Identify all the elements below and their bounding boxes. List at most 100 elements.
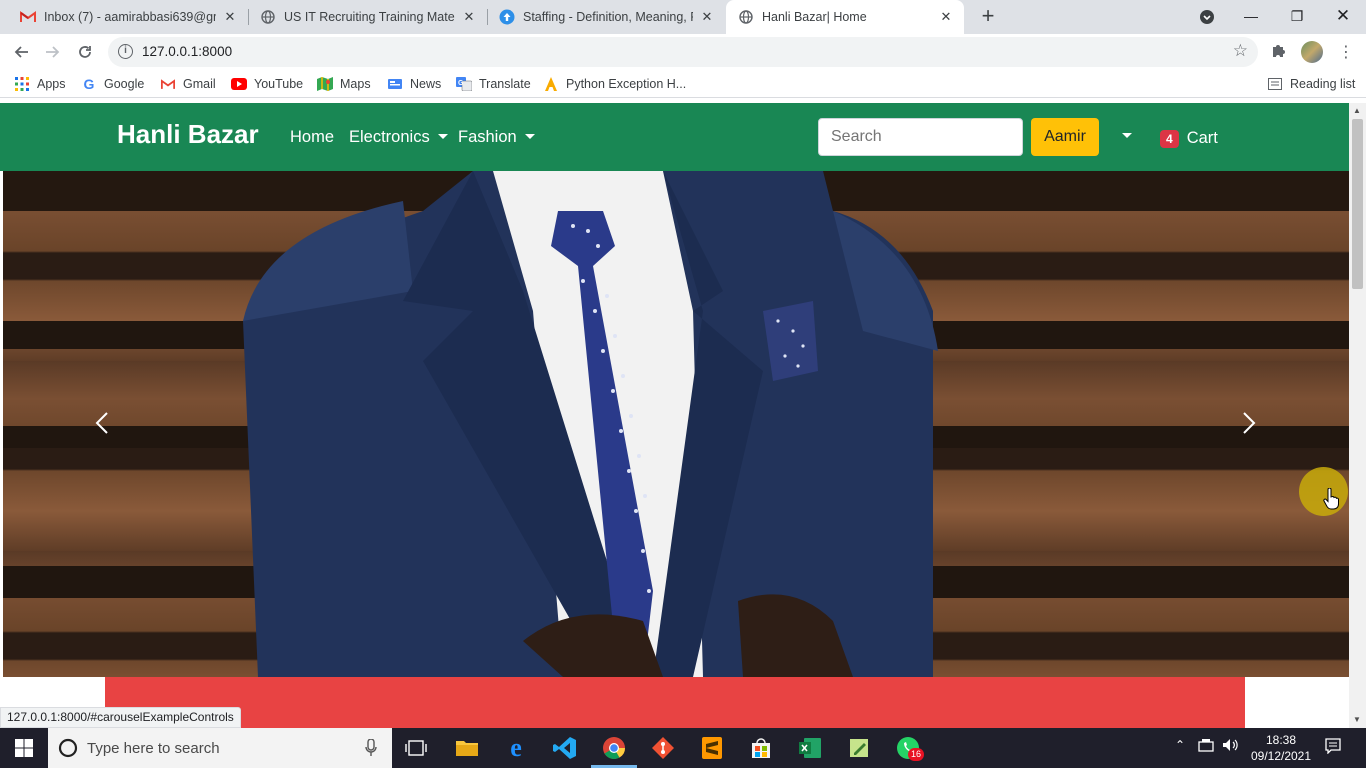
chrome-icon[interactable] bbox=[600, 734, 628, 762]
restore-window-icon[interactable]: ❐ bbox=[1274, 0, 1320, 34]
bookmark-youtube[interactable]: YouTube bbox=[231, 76, 303, 92]
bookmark-label: Python Exception H... bbox=[566, 77, 687, 91]
address-bar[interactable]: i 127.0.0.1:8000 ☆ bbox=[108, 37, 1258, 67]
tray-show-hidden-icon[interactable]: ⌃ bbox=[1175, 738, 1185, 752]
new-tab-plus-icon[interactable]: + bbox=[976, 4, 1000, 28]
gmail-icon bbox=[160, 76, 176, 92]
bookmark-python-exception[interactable]: Python Exception H... bbox=[543, 76, 686, 92]
browser-tab-strip: Inbox (7) - aamirabbasi639@gmail.com ✕ U… bbox=[0, 0, 1366, 34]
gmail-icon bbox=[20, 9, 36, 25]
tab-hanli-bazar[interactable]: Hanli Bazar| Home ✕ bbox=[726, 0, 964, 34]
bookmark-label: Maps bbox=[340, 77, 371, 91]
close-tab-icon[interactable]: ✕ bbox=[699, 9, 715, 25]
close-window-icon[interactable]: ✕ bbox=[1320, 0, 1366, 34]
chrome-menu-icon[interactable]: ⋮ bbox=[1338, 42, 1354, 62]
taskbar-clock[interactable]: 18:38 09/12/2021 bbox=[1246, 732, 1316, 764]
taskbar-search-placeholder: Type here to search bbox=[87, 739, 220, 757]
sublime-text-icon[interactable] bbox=[698, 734, 726, 762]
site-brand[interactable]: Hanli Bazar bbox=[117, 119, 259, 150]
user-dropdown-caret-icon[interactable] bbox=[1122, 133, 1132, 138]
windows-taskbar: Type here to search e 16 ⌃ 18:38 09/12/2… bbox=[0, 728, 1366, 768]
link-status-bubble: 127.0.0.1:8000/#carouselExampleControls bbox=[0, 707, 241, 728]
reading-list-button[interactable]: Reading list bbox=[1267, 76, 1355, 92]
git-app-icon[interactable] bbox=[649, 734, 677, 762]
nav-home-link[interactable]: Home bbox=[290, 128, 334, 147]
web-page: Hanli Bazar Home Electronics Fashion Aam… bbox=[0, 103, 1366, 728]
globe-icon bbox=[260, 9, 276, 25]
notepad-app-icon[interactable] bbox=[845, 734, 873, 762]
close-tab-icon[interactable]: ✕ bbox=[222, 9, 238, 25]
tab-staffing-definition[interactable]: Staffing - Definition, Meaning, Fu ✕ bbox=[487, 0, 725, 34]
windows-start-icon[interactable] bbox=[10, 734, 38, 762]
clock-date: 09/12/2021 bbox=[1250, 749, 1312, 763]
bookmark-label: Gmail bbox=[183, 77, 216, 91]
caret-down-icon bbox=[524, 134, 535, 139]
excel-icon[interactable] bbox=[796, 734, 824, 762]
cart-link[interactable]: 4 Cart bbox=[1160, 129, 1218, 148]
edge-browser-icon[interactable]: e bbox=[502, 733, 530, 762]
browser-toolbar: i 127.0.0.1:8000 ☆ ⋮ bbox=[0, 34, 1366, 70]
clock-time: 18:38 bbox=[1265, 733, 1297, 747]
microsoft-store-icon[interactable] bbox=[747, 734, 775, 762]
cart-count-badge: 4 bbox=[1160, 129, 1179, 148]
bookmark-news[interactable]: News bbox=[387, 76, 441, 92]
bookmark-apps[interactable]: Apps bbox=[14, 76, 66, 92]
microphone-icon[interactable] bbox=[365, 739, 377, 757]
globe-icon bbox=[738, 9, 754, 25]
network-icon[interactable] bbox=[1198, 738, 1216, 755]
bookmark-label: YouTube bbox=[254, 77, 304, 91]
bookmark-gmail[interactable]: Gmail bbox=[160, 76, 216, 92]
carousel-slide-image bbox=[3, 171, 1349, 677]
bookmark-maps[interactable]: Maps bbox=[317, 76, 371, 92]
page-scrollbar[interactable]: ▲ ▼ bbox=[1349, 103, 1366, 728]
cortana-circle-icon bbox=[58, 738, 78, 758]
svg-text:G: G bbox=[458, 80, 464, 87]
whatsapp-icon[interactable]: 16 bbox=[894, 734, 925, 762]
extensions-puzzle-icon[interactable] bbox=[1271, 42, 1287, 63]
close-tab-icon[interactable]: ✕ bbox=[938, 9, 954, 25]
notification-center-icon[interactable] bbox=[1325, 738, 1341, 757]
file-explorer-icon[interactable] bbox=[453, 734, 481, 762]
tab-search-chevron-icon[interactable] bbox=[1184, 0, 1230, 34]
maps-icon bbox=[317, 76, 333, 92]
scrollbar-thumb[interactable] bbox=[1352, 119, 1363, 289]
profile-avatar[interactable] bbox=[1301, 41, 1323, 63]
carousel-prev-button[interactable] bbox=[83, 401, 123, 445]
url-text[interactable]: 127.0.0.1:8000 bbox=[142, 44, 232, 59]
reload-icon[interactable] bbox=[73, 40, 97, 64]
minimize-window-icon[interactable]: — bbox=[1228, 0, 1274, 34]
tab-gmail-inbox[interactable]: Inbox (7) - aamirabbasi639@gmail.com ✕ bbox=[8, 0, 248, 34]
site-info-icon[interactable]: i bbox=[118, 44, 133, 59]
close-tab-icon[interactable]: ✕ bbox=[461, 9, 477, 25]
bookmark-translate[interactable]: G Translate bbox=[456, 76, 531, 92]
carousel-next-button[interactable] bbox=[1228, 401, 1268, 445]
nav-fashion-label: Fashion bbox=[458, 128, 517, 146]
back-arrow-icon[interactable] bbox=[9, 40, 33, 64]
caret-down-icon bbox=[437, 134, 448, 139]
nav-electronics-label: Electronics bbox=[349, 128, 430, 146]
bookmark-label: News bbox=[410, 77, 442, 91]
site-search-input[interactable] bbox=[818, 118, 1023, 156]
google-icon: G bbox=[83, 76, 95, 92]
nav-fashion-dropdown[interactable]: Fashion bbox=[458, 128, 535, 147]
vscode-icon[interactable] bbox=[551, 734, 579, 762]
tab-recruiting-material[interactable]: US IT Recruiting Training Material ✕ bbox=[248, 0, 487, 34]
reading-list-icon bbox=[1267, 76, 1283, 92]
nav-electronics-dropdown[interactable]: Electronics bbox=[349, 128, 448, 147]
volume-icon[interactable] bbox=[1222, 738, 1240, 755]
bookmark-star-icon[interactable]: ☆ bbox=[1233, 41, 1248, 61]
task-view-icon[interactable] bbox=[402, 734, 430, 762]
forward-arrow-icon[interactable] bbox=[41, 40, 65, 64]
taskbar-search-box[interactable]: Type here to search bbox=[48, 728, 392, 768]
user-account-button[interactable]: Aamir bbox=[1031, 118, 1099, 156]
bookmark-label: Apps bbox=[37, 77, 66, 91]
tab-title: Inbox (7) - aamirabbasi639@gmail.com bbox=[44, 10, 216, 24]
scroll-up-arrow-icon[interactable]: ▲ bbox=[1353, 106, 1361, 115]
bookmark-google[interactable]: G Google bbox=[81, 76, 145, 92]
red-content-section bbox=[105, 677, 1245, 728]
hand-pointer-cursor-icon bbox=[1323, 488, 1339, 510]
scroll-down-arrow-icon[interactable]: ▼ bbox=[1353, 715, 1361, 724]
reading-list-label: Reading list bbox=[1290, 77, 1356, 91]
youtube-icon bbox=[231, 76, 247, 92]
bookmark-label: Google bbox=[104, 77, 145, 91]
